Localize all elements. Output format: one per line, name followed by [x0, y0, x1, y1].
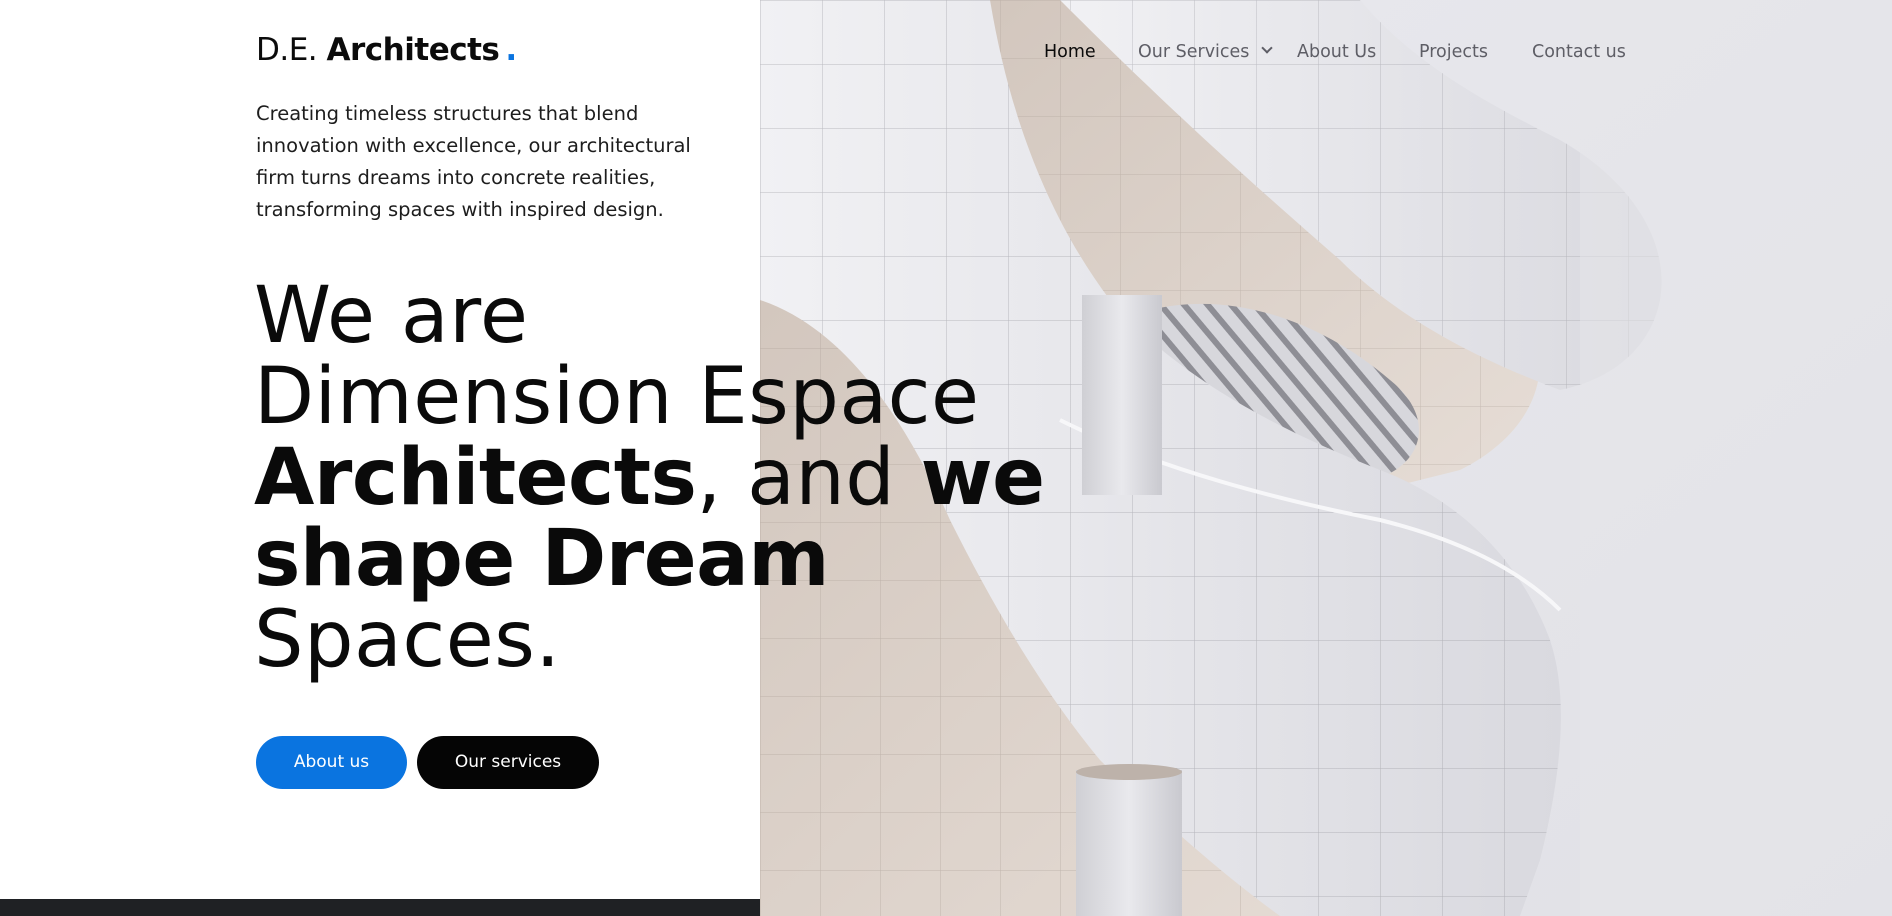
nav-item-about-us[interactable]: About Us: [1297, 40, 1376, 64]
hero-headline: We are Dimension Espace Architects, and …: [254, 276, 1045, 681]
site-logo[interactable]: D.E. Architects.: [256, 30, 517, 70]
our-services-button[interactable]: Our services: [417, 736, 599, 789]
footer-strip: [0, 899, 760, 916]
headline-bold-we: we: [920, 433, 1045, 523]
headline-line-5: Spaces.: [254, 595, 561, 685]
logo-text-name: Architects: [326, 32, 500, 68]
headline-bold-architects: Architects: [254, 433, 697, 523]
nav-item-home[interactable]: Home: [1044, 40, 1096, 64]
headline-line-4: shape Dream: [254, 519, 1045, 600]
chevron-down-icon[interactable]: [1261, 42, 1274, 54]
nav-item-projects[interactable]: Projects: [1419, 40, 1488, 64]
logo-text-initials: D.E.: [256, 32, 327, 68]
about-us-button[interactable]: About us: [256, 736, 407, 789]
logo-dot: .: [505, 32, 517, 68]
nav-item-our-services-label: Our Services: [1138, 42, 1250, 62]
headline-line-3: Architects, and we: [254, 438, 1045, 519]
headline-bold-shape-dream: shape Dream: [254, 514, 830, 604]
headline-line-1: We are: [254, 271, 529, 361]
headline-and: , and: [696, 433, 921, 523]
nav-item-our-services[interactable]: Our Services: [1138, 40, 1274, 64]
headline-line-2: Dimension Espace: [254, 352, 980, 442]
intro-paragraph: Creating timeless structures that blend …: [256, 102, 691, 221]
nav-item-contact-us[interactable]: Contact us: [1532, 40, 1626, 64]
landing-page: D.E. Architects. Creating timeless struc…: [0, 0, 1892, 916]
